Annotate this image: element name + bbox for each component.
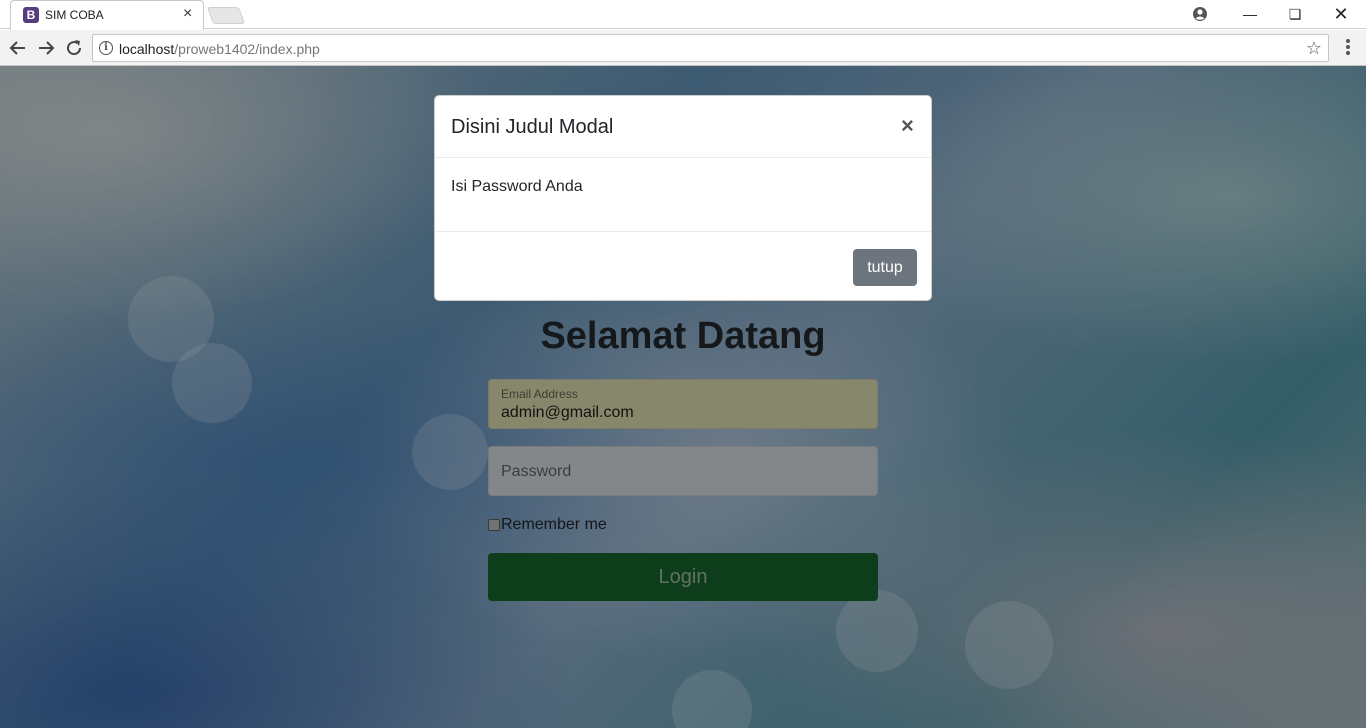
- modal-body-text: Isi Password Anda: [451, 178, 583, 195]
- window-close-icon[interactable]: ✕: [1318, 0, 1364, 28]
- modal-title: Disini Judul Modal: [451, 116, 614, 138]
- modal-header: Disini Judul Modal ×: [435, 96, 931, 158]
- bookmark-star-icon[interactable]: ☆: [1306, 38, 1322, 59]
- modal-footer: tutup: [435, 231, 931, 301]
- browser-menu-icon[interactable]: [1340, 38, 1356, 58]
- restore-icon[interactable]: ❏: [1272, 0, 1318, 28]
- bootstrap-favicon-icon: B: [23, 7, 39, 23]
- url-text: localhost/proweb1402/index.php: [119, 41, 320, 57]
- minimize-icon[interactable]: —: [1227, 0, 1273, 28]
- address-bar[interactable]: i localhost/proweb1402/index.php ☆: [92, 34, 1329, 62]
- browser-tab[interactable]: B SIM COBA ×: [10, 0, 204, 30]
- reload-icon[interactable]: [62, 36, 86, 60]
- modal-dialog: Disini Judul Modal × Isi Password Anda t…: [434, 95, 932, 301]
- tab-close-icon[interactable]: ×: [183, 5, 192, 23]
- browser-titlebar: B SIM COBA × — ❏ ✕: [0, 0, 1366, 30]
- url-host: localhost: [119, 41, 175, 57]
- tab-title: SIM COBA: [45, 8, 104, 22]
- profile-icon[interactable]: [1192, 6, 1208, 22]
- tutup-button[interactable]: tutup: [853, 249, 917, 286]
- new-tab-button[interactable]: [206, 7, 246, 24]
- modal-close-icon[interactable]: ×: [901, 114, 914, 138]
- back-arrow-icon[interactable]: [6, 36, 30, 60]
- forward-arrow-icon[interactable]: [34, 36, 58, 60]
- url-path: /proweb1402/index.php: [174, 41, 320, 57]
- page-viewport: Selamat Datang Email Address admin@gmail…: [0, 66, 1366, 728]
- browser-toolbar: i localhost/proweb1402/index.php ☆: [0, 30, 1366, 66]
- info-icon[interactable]: i: [99, 41, 113, 55]
